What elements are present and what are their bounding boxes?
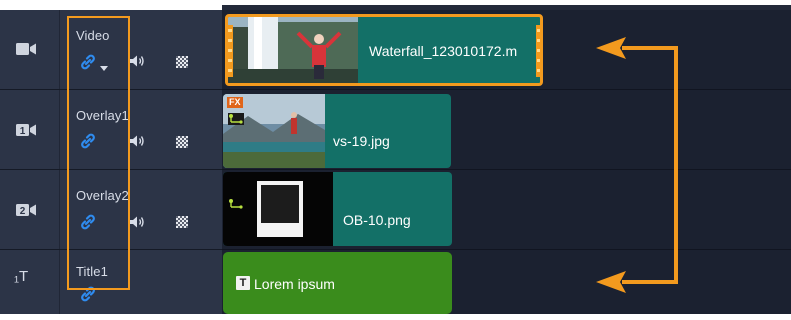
speaker-icon[interactable] bbox=[129, 134, 145, 148]
motion-path-icon bbox=[228, 113, 244, 125]
clip-trim-handle-right-icon[interactable] bbox=[536, 25, 542, 77]
video-track-icon bbox=[16, 43, 36, 55]
overlay-1-badge: 1 bbox=[20, 126, 26, 137]
overlay-1-track-icon: 1 bbox=[16, 124, 36, 137]
arrow-left-icon bbox=[596, 37, 626, 59]
title-clip[interactable]: T Lorem ipsum bbox=[223, 252, 452, 314]
transparency-checker-icon[interactable] bbox=[176, 216, 188, 228]
timeline-tracks-area[interactable]: Waterfall_123010172.m FX vs-19.jpg OB-10… bbox=[222, 10, 791, 314]
title-track-icon: ₁T bbox=[14, 268, 29, 285]
annotation-arrow-bottom-shaft bbox=[622, 280, 678, 284]
title-clip-label: Lorem ipsum bbox=[254, 276, 335, 292]
motion-path-icon bbox=[229, 199, 243, 209]
title-icon: T bbox=[236, 276, 250, 290]
clip-trim-handle-left-icon[interactable] bbox=[227, 25, 233, 77]
waterfall-thumbnail bbox=[228, 17, 358, 83]
arrow-left-icon bbox=[596, 271, 626, 293]
overlay1-clip[interactable]: FX vs-19.jpg bbox=[223, 94, 451, 168]
overlay-2-badge: 2 bbox=[20, 206, 26, 217]
overlay2-clip-label: OB-10.png bbox=[343, 212, 411, 228]
fx-badge: FX bbox=[227, 97, 243, 108]
timeline-ruler-strip bbox=[0, 0, 791, 10]
speaker-icon[interactable] bbox=[129, 54, 145, 68]
overlay-2-track-icon: 2 bbox=[16, 204, 36, 217]
video-clip[interactable]: Waterfall_123010172.m bbox=[225, 14, 543, 86]
annotation-bracket-line bbox=[674, 46, 678, 284]
annotation-arrow-top-shaft bbox=[622, 46, 678, 50]
overlay2-clip[interactable]: OB-10.png bbox=[223, 172, 452, 246]
speaker-icon[interactable] bbox=[129, 215, 145, 229]
video-clip-label: Waterfall_123010172.m bbox=[369, 43, 518, 59]
transparency-checker-icon[interactable] bbox=[176, 136, 188, 148]
transparency-checker-icon[interactable] bbox=[176, 56, 188, 68]
highlight-rectangle bbox=[67, 16, 130, 290]
timeline-editor: Video 1 Overlay1 2 Overlay2 ₁T Title1 Wa… bbox=[0, 0, 791, 320]
overlay1-clip-label: vs-19.jpg bbox=[333, 133, 390, 149]
